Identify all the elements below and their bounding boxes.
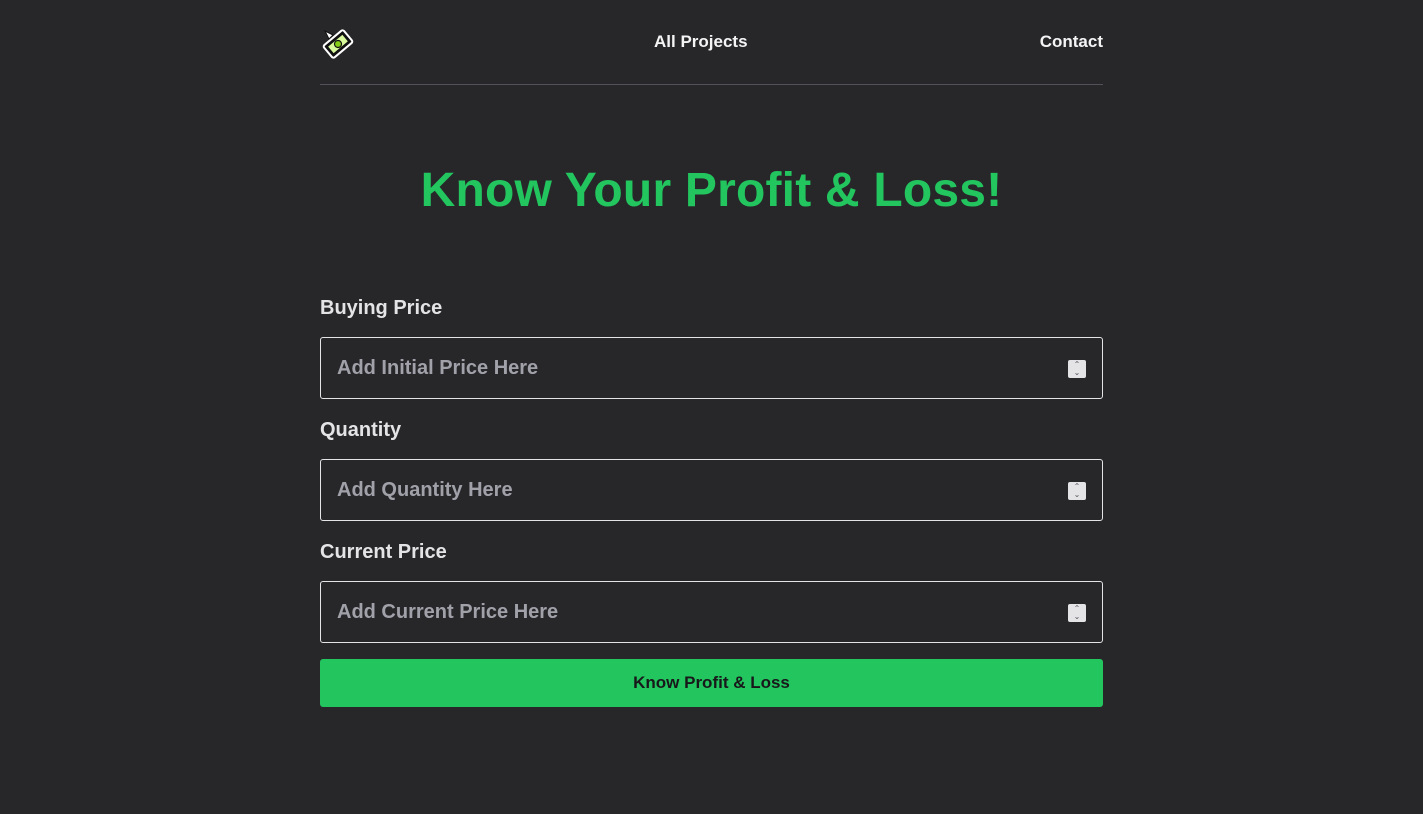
nav-link-all-projects[interactable]: All Projects <box>654 32 748 52</box>
page-title: Know Your Profit & Loss! <box>420 164 1003 217</box>
number-spinner-icon[interactable]: ⌃ ⌄ <box>1068 604 1086 622</box>
quantity-input[interactable] <box>321 460 1102 520</box>
number-spinner-icon[interactable]: ⌃ ⌄ <box>1068 360 1086 378</box>
buying-price-input[interactable] <box>321 338 1102 398</box>
buying-price-label: Buying Price <box>320 297 443 319</box>
money-logo-icon[interactable] <box>321 27 355 61</box>
current-price-input[interactable] <box>321 582 1102 642</box>
page-container: All Projects Contact Know Your Profit & … <box>320 0 1103 707</box>
current-price-label: Current Price <box>320 541 447 563</box>
buying-price-field[interactable]: ⌃⌄ <box>320 337 1103 399</box>
number-spinner-icon[interactable]: ⌃ ⌄ <box>1068 482 1086 500</box>
know-profit-loss-button[interactable]: Know Profit & Loss <box>320 659 1103 707</box>
quantity-field[interactable]: ⌃⌄ <box>320 459 1103 521</box>
current-price-field[interactable]: ⌃⌄ <box>320 581 1103 643</box>
nav-link-contact[interactable]: Contact <box>1040 32 1103 52</box>
top-nav: All Projects Contact <box>320 0 1103 85</box>
quantity-label: Quantity <box>320 419 402 441</box>
